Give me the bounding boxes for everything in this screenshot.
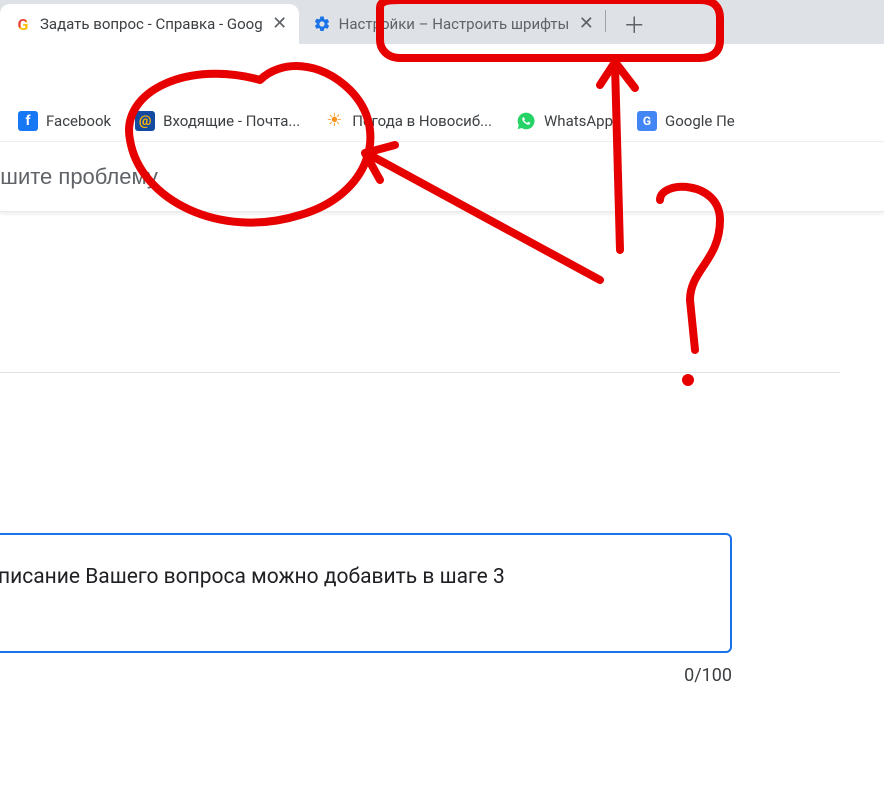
weather-sun-icon: ☀	[324, 111, 344, 131]
bookmark-label: WhatsApp	[544, 112, 613, 130]
page-content: описание Вашего вопроса можно добавить в…	[0, 372, 884, 686]
tab-settings[interactable]: Настройки – Настроить шрифты ✕	[299, 4, 606, 44]
settings-gear-icon	[313, 15, 331, 33]
bookmarks-bar: f Facebook @ Входящие - Почта... ☀ Погод…	[0, 100, 884, 142]
question-description-input[interactable]: описание Вашего вопроса можно добавить в…	[0, 533, 732, 653]
bookmark-label: Погода в Новосиб...	[352, 112, 492, 130]
bookmark-whatsapp[interactable]: WhatsApp	[516, 111, 613, 131]
problem-search-input[interactable]	[0, 164, 864, 190]
address-bar-area	[0, 44, 884, 100]
bookmark-label: Входящие - Почта...	[163, 112, 300, 130]
google-favicon-icon: G	[14, 15, 32, 33]
mail-icon: @	[135, 111, 155, 131]
google-translate-icon: G	[637, 111, 657, 131]
browser-tab-strip: G Задать вопрос - Справка - Goog ✕ Настр…	[0, 0, 884, 44]
problem-search-bar	[0, 142, 884, 212]
question-description-placeholder: описание Вашего вопроса можно добавить в…	[0, 565, 505, 589]
bookmark-weather[interactable]: ☀ Погода в Новосиб...	[324, 111, 492, 131]
new-tab-button[interactable]: ＋	[618, 8, 650, 40]
tab-settings-title: Настройки – Настроить шрифты	[339, 15, 570, 33]
bookmark-google-translate[interactable]: G Google Пе	[637, 111, 735, 131]
bookmark-mail[interactable]: @ Входящие - Почта...	[135, 111, 300, 131]
tab-separator	[605, 10, 606, 32]
whatsapp-icon	[516, 111, 536, 131]
char-counter: 0/100	[0, 665, 732, 686]
content-divider	[0, 372, 840, 373]
bookmark-facebook[interactable]: f Facebook	[18, 111, 111, 131]
bookmark-label: Facebook	[46, 112, 111, 130]
bookmark-label: Google Пе	[665, 112, 735, 130]
tab-close-button[interactable]: ✕	[577, 15, 595, 33]
facebook-icon: f	[18, 111, 38, 131]
tab-active[interactable]: G Задать вопрос - Справка - Goog ✕	[0, 4, 299, 44]
tab-close-button[interactable]: ✕	[271, 15, 289, 33]
tab-active-title: Задать вопрос - Справка - Goog	[40, 15, 263, 33]
